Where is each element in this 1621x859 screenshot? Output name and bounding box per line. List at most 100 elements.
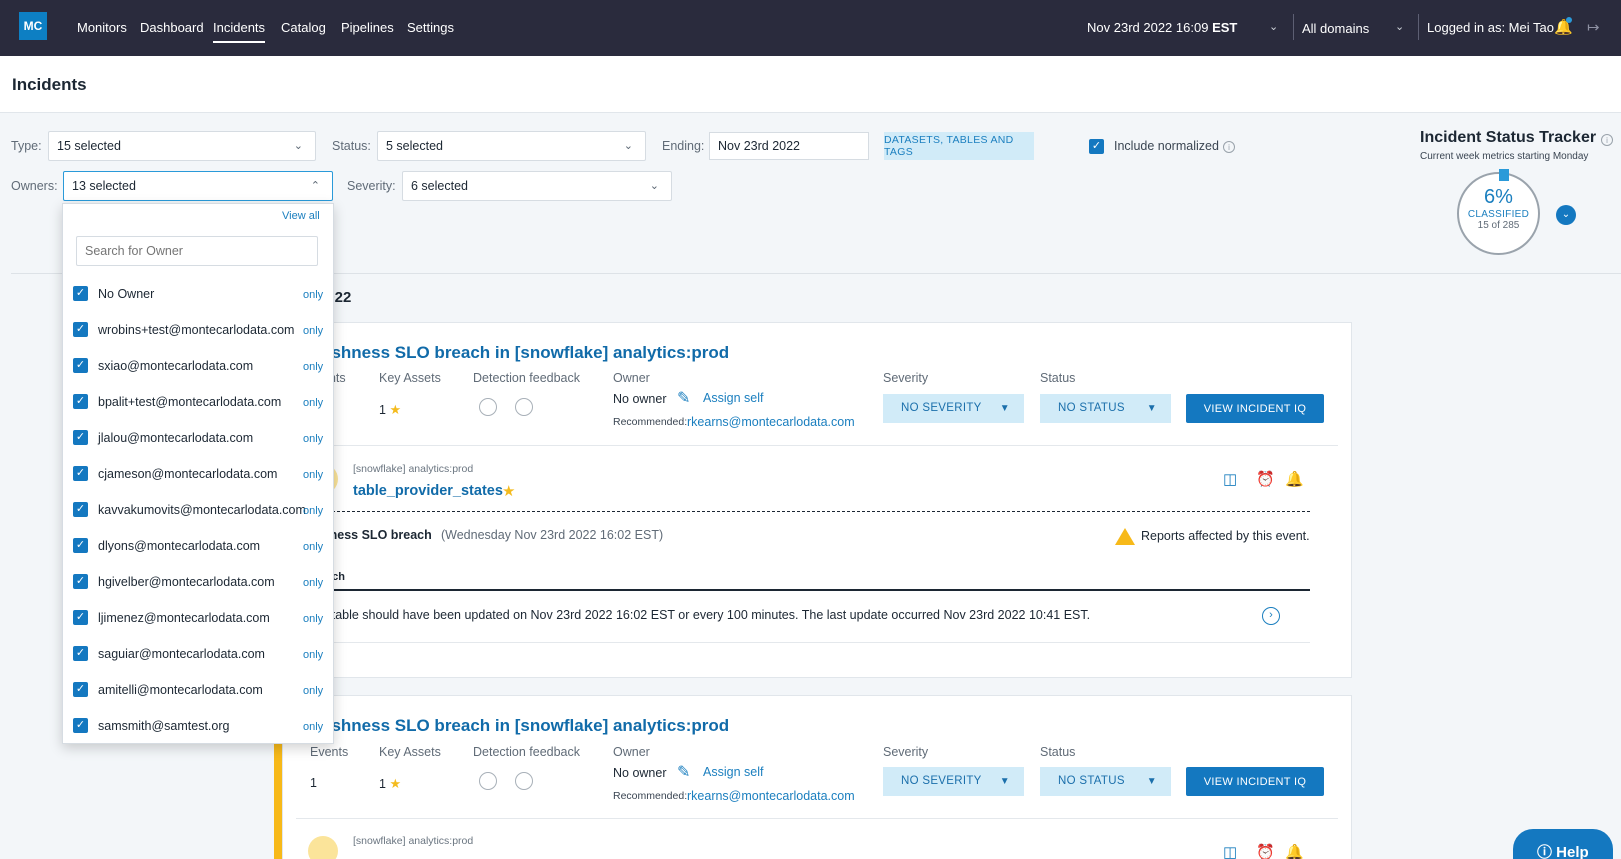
code-icon[interactable]: ◫ [1223, 470, 1237, 488]
only-link[interactable]: only [303, 469, 323, 481]
incident-title[interactable]: eshness SLO breach in [snowflake] analyt… [322, 343, 729, 363]
key-assets-value: 1 ★ [379, 402, 402, 417]
logout-icon[interactable]: ↦ [1587, 18, 1600, 36]
info-icon[interactable]: i [1223, 141, 1235, 153]
checkbox[interactable]: ✓ [73, 430, 88, 445]
owner-option[interactable]: ✓ ljimenez@montecarlodata.com only [73, 608, 325, 628]
asset-badge [308, 836, 338, 859]
owner-option[interactable]: ✓ samsmith@samtest.org only [73, 716, 325, 736]
severity-select[interactable]: 6 selected ⌄ [402, 171, 672, 201]
nav-settings[interactable]: Settings [407, 20, 454, 35]
checkbox[interactable]: ✓ [73, 574, 88, 589]
nav-monitors[interactable]: Monitors [77, 20, 127, 35]
events-label: Events [310, 745, 349, 759]
checkbox[interactable]: ✓ [73, 394, 88, 409]
nav-pipelines[interactable]: Pipelines [341, 20, 394, 35]
assign-self-link[interactable]: Assign self [703, 765, 763, 779]
ending-date-input[interactable]: Nov 23rd 2022 [709, 132, 869, 160]
code-icon[interactable]: ◫ [1223, 843, 1237, 859]
incident-title[interactable]: eshness SLO breach in [snowflake] analyt… [322, 716, 729, 736]
incident-severity-select[interactable]: NO SEVERITY ▼ [883, 394, 1024, 423]
checkbox[interactable]: ✓ [73, 610, 88, 625]
pencil-icon[interactable]: ✎ [677, 762, 690, 782]
help-button[interactable]: ⓘ Help [1513, 829, 1613, 859]
checkbox[interactable]: ✓ [73, 358, 88, 373]
datetime-picker[interactable]: Nov 23rd 2022 16:09 EST [1087, 20, 1237, 35]
incident-severity-select[interactable]: NO SEVERITY ▼ [883, 767, 1024, 796]
checkbox[interactable]: ✓ [73, 646, 88, 661]
only-link[interactable]: only [303, 505, 323, 517]
owner-option[interactable]: ✓ kavvakumovits@montecarlodata.com only [73, 500, 325, 520]
asset-table-link[interactable]: table_provider_states [353, 483, 503, 499]
mc-logo[interactable]: MC [19, 12, 47, 40]
checkbox[interactable]: ✓ [73, 538, 88, 553]
recommended-owner-link[interactable]: rkearns@montecarlodata.com [687, 415, 855, 429]
assign-self-link[interactable]: Assign self [703, 391, 763, 405]
chevron-down-icon[interactable]: ⌄ [1269, 20, 1278, 33]
bell-icon[interactable]: 🔔 [1285, 843, 1304, 859]
nav-dashboard[interactable]: Dashboard [140, 20, 204, 35]
happy-face-icon[interactable] [479, 772, 497, 790]
view-all-link[interactable]: View all [282, 210, 320, 222]
only-link[interactable]: only [303, 613, 323, 625]
checkbox[interactable]: ✓ [73, 718, 88, 733]
only-link[interactable]: only [303, 361, 323, 373]
chevron-right-icon[interactable]: › [1262, 607, 1280, 625]
only-link[interactable]: only [303, 721, 323, 733]
happy-face-icon[interactable] [479, 398, 497, 416]
checkbox[interactable]: ✓ [73, 502, 88, 517]
type-select[interactable]: 15 selected ⌄ [48, 131, 316, 161]
owner-option[interactable]: ✓ sxiao@montecarlodata.com only [73, 356, 325, 376]
only-link[interactable]: only [303, 685, 323, 697]
incident-status-select[interactable]: NO STATUS ▼ [1040, 394, 1171, 423]
sad-face-icon[interactable] [515, 772, 533, 790]
domains-select[interactable]: All domains [1302, 21, 1369, 36]
datasets-tables-tags-button[interactable]: DATASETS, TABLES AND TAGS [884, 132, 1034, 160]
view-incident-iq-button[interactable]: VIEW INCIDENT IQ [1186, 394, 1324, 423]
checkbox[interactable]: ✓ [73, 286, 88, 301]
alarm-clock-icon[interactable]: ⏰ [1256, 843, 1275, 859]
only-link[interactable]: only [303, 289, 323, 301]
info-icon[interactable]: i [1601, 134, 1613, 146]
only-link[interactable]: only [303, 541, 323, 553]
checkbox[interactable]: ✓ [73, 322, 88, 337]
owner-option[interactable]: ✓ wrobins+test@montecarlodata.com only [73, 320, 325, 340]
owner-option[interactable]: ✓ No Owner only [73, 284, 325, 304]
bell-icon[interactable]: 🔔 [1285, 470, 1304, 488]
owner-label: dlyons@montecarlodata.com [98, 539, 261, 553]
owner-option[interactable]: ✓ dlyons@montecarlodata.com only [73, 536, 325, 556]
checkbox[interactable]: ✓ [73, 466, 88, 481]
star-icon[interactable]: ★ [502, 482, 515, 500]
alarm-clock-icon[interactable]: ⏰ [1256, 470, 1275, 488]
nav-catalog[interactable]: Catalog [281, 20, 326, 35]
recommended-owner-link[interactable]: rkearns@montecarlodata.com [687, 789, 855, 803]
incident-status-select[interactable]: NO STATUS ▼ [1040, 767, 1171, 796]
owner-option[interactable]: ✓ cjameson@montecarlodata.com only [73, 464, 325, 484]
owner-option[interactable]: ✓ bpalit+test@montecarlodata.com only [73, 392, 325, 412]
nav-incidents[interactable]: Incidents [213, 20, 266, 43]
checkbox[interactable]: ✓ [73, 682, 88, 697]
owners-select[interactable]: 13 selected ⌃ [63, 171, 333, 201]
only-link[interactable]: only [303, 325, 323, 337]
owner-option[interactable]: ✓ amitelli@montecarlodata.com only [73, 680, 325, 700]
owner-option[interactable]: ✓ jlalou@montecarlodata.com only [73, 428, 325, 448]
chevron-down-icon[interactable]: ⌄ [1556, 205, 1576, 225]
only-link[interactable]: only [303, 433, 323, 445]
only-link[interactable]: only [303, 577, 323, 589]
key-assets-label: Key Assets [379, 745, 441, 759]
chevron-down-icon: ⌄ [649, 180, 659, 192]
owner-option[interactable]: ✓ hgivelber@montecarlodata.com only [73, 572, 325, 592]
owner-option[interactable]: ✓ saguiar@montecarlodata.com only [73, 644, 325, 664]
owner-search-input[interactable] [76, 236, 318, 266]
status-select[interactable]: 5 selected ⌄ [377, 131, 646, 161]
owner-label: kavvakumovits@montecarlodata.com [98, 503, 306, 517]
owners-dropdown: View all ✓ No Owner only ✓ wrobins+test@mon… [62, 203, 334, 744]
chevron-down-icon[interactable]: ⌄ [1395, 20, 1404, 33]
pencil-icon[interactable]: ✎ [677, 388, 690, 408]
only-link[interactable]: only [303, 397, 323, 409]
classified-count: 15 of 285 [1477, 220, 1520, 231]
sad-face-icon[interactable] [515, 398, 533, 416]
only-link[interactable]: only [303, 649, 323, 661]
include-normalized-checkbox[interactable]: ✓ [1089, 139, 1104, 154]
view-incident-iq-button[interactable]: VIEW INCIDENT IQ [1186, 767, 1324, 796]
